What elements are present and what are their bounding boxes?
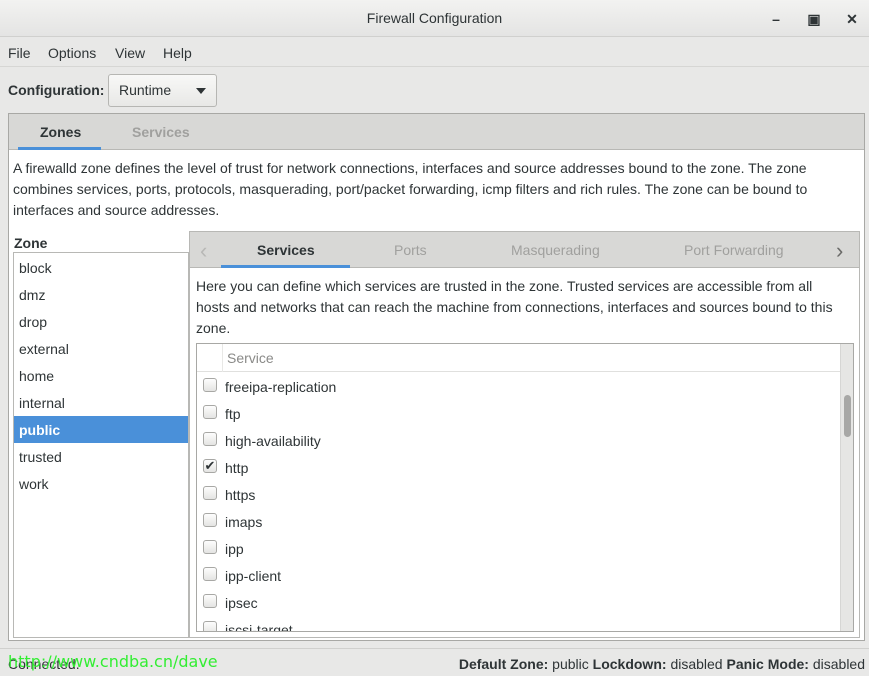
- table-row[interactable]: iscsi-target: [197, 616, 840, 632]
- service-name: ipsec: [225, 595, 258, 611]
- main-notebook: Zones Services A firewalld zone defines …: [8, 113, 865, 641]
- chevron-right-icon[interactable]: ›: [836, 238, 843, 264]
- tab-services-underline: [221, 265, 350, 268]
- service-name: ipp: [225, 541, 244, 557]
- zone-item-drop[interactable]: drop: [14, 308, 188, 335]
- status-bar: Connected. http://www.cndba.cn/dave Defa…: [0, 648, 869, 676]
- services-table: Service freeipa-replication ftp high-avail…: [196, 343, 854, 632]
- close-button[interactable]: ✕: [842, 9, 862, 29]
- configuration-label: Configuration:: [8, 82, 105, 98]
- service-name: high-availability: [225, 433, 321, 449]
- table-header: Service: [197, 344, 840, 372]
- table-row[interactable]: ✔ http: [197, 454, 840, 481]
- zone-item-trusted[interactable]: trusted: [14, 443, 188, 470]
- table-row[interactable]: freeipa-replication: [197, 373, 840, 400]
- zone-item-internal[interactable]: internal: [14, 389, 188, 416]
- checkbox-checked[interactable]: ✔: [203, 459, 217, 473]
- minimize-button[interactable]: –: [766, 9, 786, 29]
- checkbox[interactable]: [203, 432, 217, 446]
- zone-item-external[interactable]: external: [14, 335, 188, 362]
- tab-masquerading[interactable]: Masquerading: [511, 242, 600, 258]
- maximize-button[interactable]: ▣: [804, 9, 824, 29]
- table-row[interactable]: https: [197, 481, 840, 508]
- tab-zones-underline: [18, 147, 101, 150]
- services-description: Here you can define which services are t…: [196, 278, 833, 336]
- title-bar: Firewall Configuration – ▣ ✕: [0, 0, 869, 37]
- scrollbar-thumb[interactable]: [844, 395, 851, 437]
- lockdown-value: disabled: [670, 656, 723, 672]
- service-name: ipp-client: [225, 568, 282, 584]
- zone-item-block[interactable]: block: [14, 254, 188, 281]
- service-name: http: [225, 460, 249, 476]
- table-row[interactable]: ipp-client: [197, 562, 840, 589]
- chevron-left-icon[interactable]: ‹: [200, 238, 207, 264]
- tab-services[interactable]: Services: [132, 124, 190, 140]
- menu-file[interactable]: File: [8, 45, 31, 61]
- service-name: ftp: [225, 406, 241, 422]
- table-row[interactable]: ipp: [197, 535, 840, 562]
- main-tab-bar: Zones Services: [9, 114, 864, 150]
- tab-port-forwarding[interactable]: Port Forwarding: [684, 242, 784, 258]
- checkbox[interactable]: [203, 486, 217, 500]
- zone-item-work[interactable]: work: [14, 470, 188, 497]
- zone-description: A firewalld zone defines the level of tr…: [13, 160, 808, 218]
- service-name: freeipa-replication: [225, 379, 337, 395]
- panic-mode-label: Panic Mode:: [726, 656, 809, 672]
- checkbox[interactable]: [203, 567, 217, 581]
- zone-item-public[interactable]: public: [14, 416, 188, 443]
- default-zone-label: Default Zone:: [458, 656, 549, 672]
- window-title: Firewall Configuration: [366, 10, 503, 26]
- table-row[interactable]: high-availability: [197, 427, 840, 454]
- zone-item-home[interactable]: home: [14, 362, 188, 389]
- zone-tab-bar: ‹ Services Ports Masquerading Port Forwa…: [190, 232, 859, 268]
- configuration-value: Runtime: [119, 82, 172, 98]
- service-name: imaps: [225, 514, 263, 530]
- lockdown-label: Lockdown:: [592, 656, 667, 672]
- panic-mode-value: disabled: [812, 656, 865, 672]
- table-row[interactable]: imaps: [197, 508, 840, 535]
- checkbox[interactable]: [203, 378, 217, 392]
- zone-status: Default Zone: public Lockdown: disabled …: [459, 656, 865, 672]
- zone-list: block dmz drop external home internal pu…: [13, 252, 189, 638]
- default-zone-value: public: [552, 656, 589, 672]
- menu-help[interactable]: Help: [163, 45, 192, 61]
- service-column-header[interactable]: Service: [227, 350, 274, 366]
- table-row[interactable]: ipsec: [197, 589, 840, 616]
- checkbox[interactable]: [203, 540, 217, 554]
- checkbox[interactable]: [203, 594, 217, 608]
- service-name: https: [225, 487, 256, 503]
- table-row[interactable]: ftp: [197, 400, 840, 427]
- zone-list-label: Zone: [14, 235, 48, 251]
- service-name: iscsi-target: [225, 622, 293, 632]
- watermark-text: http://www.cndba.cn/dave: [8, 652, 218, 671]
- vertical-scrollbar[interactable]: [840, 344, 853, 631]
- tab-zones[interactable]: Zones: [40, 124, 81, 140]
- menu-options[interactable]: Options: [48, 45, 96, 61]
- zone-item-dmz[interactable]: dmz: [14, 281, 188, 308]
- menu-bar: File Options View Help: [0, 37, 869, 67]
- dropdown-arrow-icon: [196, 88, 206, 94]
- tab-zone-services[interactable]: Services: [257, 242, 315, 258]
- checkbox-column-header[interactable]: [197, 344, 223, 372]
- checkbox[interactable]: [203, 405, 217, 419]
- configuration-dropdown[interactable]: Runtime: [108, 74, 217, 107]
- tab-ports[interactable]: Ports: [394, 242, 427, 258]
- menu-view[interactable]: View: [115, 45, 145, 61]
- checkbox[interactable]: [203, 621, 217, 631]
- checkbox[interactable]: [203, 513, 217, 527]
- zone-settings-panel: ‹ Services Ports Masquerading Port Forwa…: [189, 231, 860, 638]
